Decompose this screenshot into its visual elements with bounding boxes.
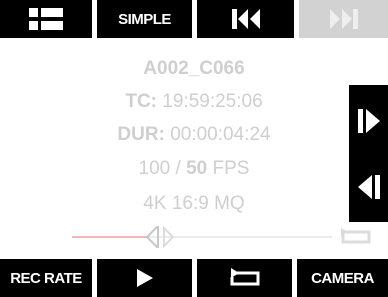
loop-icon xyxy=(230,268,259,286)
camera-label: CAMERA xyxy=(311,269,374,287)
clip-name: A002_C066 xyxy=(143,58,245,79)
play-button[interactable] xyxy=(97,259,192,297)
loop-indicator-icon xyxy=(341,228,371,244)
fps-project: 50 xyxy=(186,158,208,179)
play-icon xyxy=(136,269,153,287)
timecode-value: 19:59:25:06 xyxy=(162,91,263,112)
fps-base: 100 / xyxy=(138,158,181,179)
menu-icon xyxy=(29,8,63,30)
rec-rate-button[interactable]: REC RATE xyxy=(0,259,92,297)
skip-to-start-button[interactable] xyxy=(197,0,294,38)
simple-mode-button[interactable]: SIMPLE xyxy=(97,0,192,38)
step-forward-icon[interactable] xyxy=(358,109,380,133)
camera-button[interactable]: CAMERA xyxy=(297,259,388,297)
fps-line: 100 / 50 FPS xyxy=(0,158,388,180)
loop-button[interactable] xyxy=(197,259,292,297)
skip-to-start-icon xyxy=(231,9,260,29)
format-info: 4K 16:9 MQ xyxy=(143,193,245,214)
simple-mode-label: SIMPLE xyxy=(118,10,171,28)
duration-line: DUR: 00:00:04:24 xyxy=(0,124,388,146)
duration-label: DUR: xyxy=(117,124,165,145)
timecode-line: TC: 19:59:25:06 xyxy=(0,91,388,113)
step-back-icon[interactable] xyxy=(358,175,380,199)
menu-button[interactable] xyxy=(0,0,92,38)
bottom-toolbar: REC RATE CAMERA xyxy=(0,259,388,297)
playback-screen: SIMPLE A002_C066 TC: 19:59:25:06 DUR: 00… xyxy=(0,0,388,297)
skip-to-end-icon xyxy=(329,9,358,29)
duration-value: 00:00:04:24 xyxy=(170,124,271,145)
rec-rate-label: REC RATE xyxy=(10,269,82,287)
fps-unit: FPS xyxy=(212,158,250,179)
playback-scrubber[interactable] xyxy=(72,226,332,248)
timecode-label: TC: xyxy=(125,91,157,112)
top-toolbar: SIMPLE xyxy=(0,0,388,38)
frame-step-panel xyxy=(349,85,388,222)
skip-to-end-button[interactable] xyxy=(299,0,388,38)
